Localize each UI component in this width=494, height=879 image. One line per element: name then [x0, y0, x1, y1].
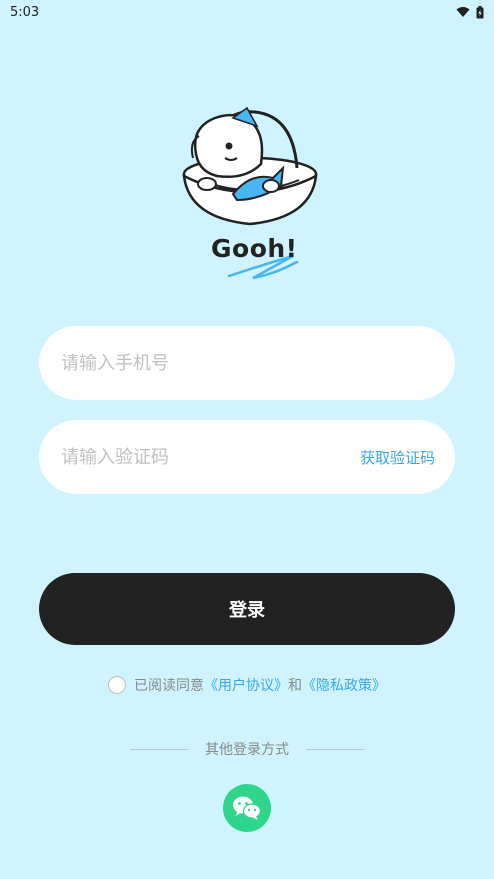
agreement-prefix: 已阅读同意 [134, 678, 204, 694]
phone-input[interactable] [61, 326, 435, 400]
user-agreement-link[interactable]: 《用户协议》 [204, 675, 288, 695]
app-logo: Gooh! [175, 106, 325, 286]
wifi-icon [456, 7, 470, 17]
get-code-button[interactable]: 获取验证码 [360, 447, 435, 468]
agreement-row: 已阅读同意 《用户协议》 和 《隐私政策》 [0, 672, 494, 698]
privacy-policy-link[interactable]: 《隐私政策》 [302, 675, 386, 695]
agreement-checkbox[interactable] [108, 676, 126, 694]
phone-field[interactable] [39, 326, 455, 400]
divider-line-left [130, 748, 188, 750]
other-login-label: 其他登录方式 [205, 742, 289, 758]
code-field[interactable]: 获取验证码 [39, 420, 455, 494]
wechat-icon [233, 796, 262, 820]
wechat-login-button[interactable] [223, 784, 271, 832]
divider-line-right [306, 748, 364, 750]
agreement-conjunction: 和 [288, 678, 302, 694]
battery-icon [476, 5, 484, 18]
logo-text: Gooh! [211, 234, 298, 263]
verification-code-input[interactable] [61, 420, 360, 494]
status-icons [456, 5, 484, 19]
login-button[interactable]: 登录 [39, 573, 455, 645]
status-time: 5:03 [10, 4, 40, 20]
other-login-divider: 其他登录方式 [130, 738, 364, 760]
status-bar: 5:03 [0, 0, 494, 24]
